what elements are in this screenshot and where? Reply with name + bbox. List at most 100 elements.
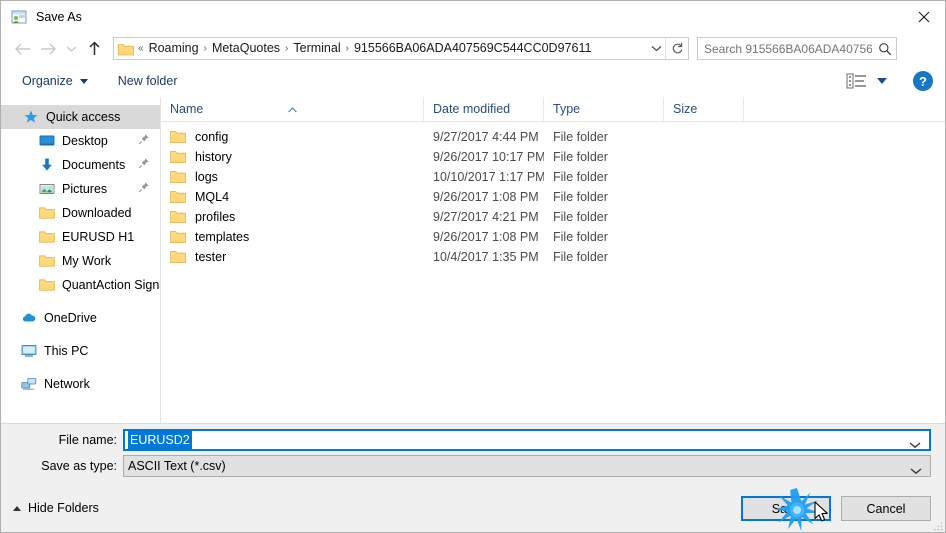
- hide-folders-button[interactable]: Hide Folders: [13, 501, 99, 515]
- back-button[interactable]: [9, 36, 35, 62]
- table-row[interactable]: config 9/27/2017 4:44 PM File folder: [161, 127, 945, 147]
- chevron-down-icon: [79, 78, 88, 84]
- folder-icon: [170, 130, 186, 144]
- sidebar-item-label: This PC: [44, 344, 89, 358]
- table-row[interactable]: templates 9/26/2017 1:08 PM File folder: [161, 227, 945, 247]
- onedrive-cloud-icon: [21, 310, 37, 326]
- pin-icon[interactable]: [138, 181, 150, 193]
- hide-folders-label: Hide Folders: [28, 501, 99, 515]
- file-name: logs: [195, 170, 218, 184]
- file-type: File folder: [553, 150, 608, 164]
- file-type: File folder: [553, 130, 608, 144]
- file-date-modified: 9/26/2017 10:17 PM: [433, 150, 544, 164]
- documents-download-icon: [39, 157, 55, 173]
- breadcrumb-overflow[interactable]: «: [137, 38, 145, 59]
- save-as-dialog: Save As « Roaming › MetaQuotes › Termina…: [0, 0, 946, 533]
- column-header-name[interactable]: Name: [161, 97, 424, 121]
- chevron-down-icon[interactable]: [910, 462, 922, 475]
- folder-icon: [39, 205, 55, 221]
- file-name: history: [195, 150, 232, 164]
- breadcrumb-item-current-folder[interactable]: 915566BA06ADA407569C544CC0D97611: [350, 38, 595, 59]
- breadcrumb-item-roaming[interactable]: Roaming: [145, 38, 203, 59]
- breadcrumb-item-terminal[interactable]: Terminal: [289, 38, 344, 59]
- file-size: [664, 167, 744, 187]
- view-options-chevron-down-icon[interactable]: [877, 78, 887, 84]
- search-box[interactable]: [697, 37, 897, 60]
- save-as-type-value: ASCII Text (*.csv): [128, 459, 226, 473]
- file-size: [664, 127, 744, 147]
- address-dropdown-button[interactable]: [647, 38, 665, 59]
- column-header-size[interactable]: Size: [664, 97, 744, 121]
- cancel-label: Cancel: [866, 501, 906, 516]
- arrow-right-icon: [40, 43, 56, 54]
- sidebar-item-label: OneDrive: [44, 311, 97, 325]
- forward-button[interactable]: [35, 36, 61, 62]
- sidebar-item-onedrive[interactable]: OneDrive: [1, 306, 160, 330]
- pin-icon[interactable]: [138, 133, 150, 145]
- search-icon[interactable]: [874, 38, 896, 59]
- sidebar-item-documents[interactable]: Documents: [1, 153, 160, 177]
- breadcrumb-item-metaquotes[interactable]: MetaQuotes: [208, 38, 284, 59]
- column-header-date-modified[interactable]: Date modified: [424, 97, 544, 121]
- sidebar-item-desktop[interactable]: Desktop: [1, 129, 160, 153]
- file-name: config: [195, 130, 229, 144]
- refresh-button[interactable]: [665, 38, 688, 59]
- file-name: templates: [195, 230, 250, 244]
- close-button[interactable]: [901, 1, 945, 32]
- sidebar-item-quick-access[interactable]: Quick access: [1, 105, 160, 129]
- chevron-down-icon: [651, 46, 661, 52]
- folder-icon: [170, 190, 186, 204]
- file-name: tester: [195, 250, 227, 264]
- close-icon: [918, 11, 930, 22]
- star-icon: [23, 109, 39, 125]
- sidebar-item-my-work[interactable]: My Work: [1, 249, 160, 273]
- file-type: File folder: [553, 190, 608, 204]
- table-row[interactable]: MQL4 9/26/2017 1:08 PM File folder: [161, 187, 945, 207]
- table-row[interactable]: history 9/26/2017 10:17 PM File folder: [161, 147, 945, 167]
- table-row[interactable]: logs 10/10/2017 1:17 PM File folder: [161, 167, 945, 187]
- sidebar-item-pictures[interactable]: Pictures: [1, 177, 160, 201]
- file-type: File folder: [553, 170, 608, 184]
- sidebar-item-network[interactable]: Network: [1, 372, 160, 396]
- table-row[interactable]: profiles 9/27/2017 4:21 PM File folder: [161, 207, 945, 227]
- file-type: File folder: [553, 230, 608, 244]
- organize-button[interactable]: Organize: [14, 69, 96, 93]
- address-bar[interactable]: « Roaming › MetaQuotes › Terminal › 9155…: [113, 37, 689, 60]
- sidebar-item-downloaded[interactable]: Downloaded: [1, 201, 160, 225]
- table-row[interactable]: tester 10/4/2017 1:35 PM File folder: [161, 247, 945, 267]
- sidebar-item-eurusd-h1[interactable]: EURUSD H1: [1, 225, 160, 249]
- new-folder-button[interactable]: New folder: [110, 69, 186, 93]
- file-size: [664, 207, 744, 227]
- view-layout-icon[interactable]: [846, 72, 868, 90]
- save-as-type-row: Save as type: ASCII Text (*.csv): [1, 455, 945, 477]
- save-as-type-select[interactable]: ASCII Text (*.csv): [123, 455, 931, 477]
- file-date-modified: 9/26/2017 1:08 PM: [433, 230, 539, 244]
- folder-icon: [170, 210, 186, 224]
- search-input[interactable]: [698, 40, 874, 57]
- new-folder-label: New folder: [117, 74, 178, 88]
- desktop-icon: [39, 133, 55, 149]
- chevron-down-icon[interactable]: [909, 436, 921, 449]
- file-rows: config 9/27/2017 4:44 PM File folder his…: [161, 122, 945, 267]
- file-size: [664, 187, 744, 207]
- sidebar-item-quantaction-signal[interactable]: QuantAction Signal: [1, 273, 160, 297]
- save-button[interactable]: Save: [741, 496, 831, 521]
- pin-icon[interactable]: [138, 157, 150, 169]
- pictures-icon: [39, 181, 55, 197]
- sidebar-item-this-pc[interactable]: This PC: [1, 339, 160, 363]
- refresh-icon: [672, 42, 682, 54]
- file-type: File folder: [553, 250, 608, 264]
- recent-locations-button[interactable]: [61, 36, 81, 62]
- title-bar: Save As: [1, 1, 945, 32]
- up-one-level-button[interactable]: [81, 36, 107, 62]
- file-size: [664, 227, 744, 247]
- column-header-label: Name: [170, 102, 204, 116]
- column-header-type[interactable]: Type: [544, 97, 664, 121]
- sidebar-item-label: EURUSD H1: [62, 230, 135, 244]
- cancel-button[interactable]: Cancel: [841, 496, 931, 521]
- resize-grip-icon[interactable]: [932, 519, 944, 531]
- column-header-label: Size: [673, 102, 698, 116]
- help-icon[interactable]: ?: [913, 71, 933, 91]
- file-name-input[interactable]: EURUSD2: [123, 429, 931, 451]
- file-size: [664, 147, 744, 167]
